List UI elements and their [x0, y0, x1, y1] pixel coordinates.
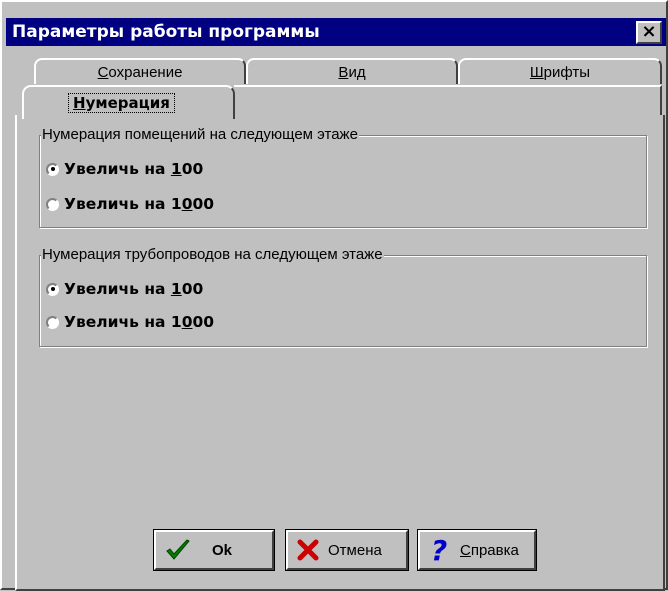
tab-numbering-label: Нумерация [68, 93, 175, 113]
tab-fonts[interactable]: Шрифты [458, 58, 662, 84]
question-icon: ? [426, 536, 454, 564]
cancel-button-label: Отмена [328, 541, 382, 559]
close-button[interactable]: × [636, 21, 662, 44]
ok-button-label: Ok [212, 541, 233, 559]
radio-button-checked[interactable] [46, 162, 59, 176]
radio-rooms-100-label: Увеличь на 100 [64, 160, 204, 178]
radio-button[interactable] [46, 197, 59, 211]
radio-button[interactable] [46, 315, 59, 329]
group-rooms-title: Нумерация помещений на следующем этаже [41, 126, 359, 144]
group-rooms-numbering: Нумерация помещений на следующем этаже У… [39, 126, 647, 228]
title-bar: Параметры работы программы [6, 18, 666, 46]
checkmark-icon [164, 536, 192, 564]
radio-button-checked[interactable] [46, 282, 59, 296]
help-button[interactable]: ? Справка [417, 529, 537, 571]
tab-save-label: Сохранение [97, 64, 183, 81]
tab-view[interactable]: Вид [246, 58, 458, 84]
radio-rooms-1000-label: Увеличь на 1000 [64, 195, 215, 213]
radio-pipes-100[interactable]: Увеличь на 100 [46, 278, 203, 300]
tab-strip-filler [234, 85, 662, 115]
tab-page-numbering: Нумерация помещений на следующем этаже У… [15, 115, 665, 591]
x-icon [294, 536, 322, 564]
radio-pipes-100-label: Увеличь на 100 [64, 280, 204, 298]
radio-rooms-100[interactable]: Увеличь на 100 [46, 158, 203, 180]
tab-numbering[interactable]: Нумерация [22, 85, 235, 119]
svg-text:?: ? [431, 536, 447, 564]
radio-pipes-1000[interactable]: Увеличь на 1000 [46, 311, 214, 333]
help-button-label: Справка [460, 541, 519, 559]
radio-rooms-1000[interactable]: Увеличь на 1000 [46, 193, 214, 215]
tab-save[interactable]: Сохранение [34, 58, 246, 84]
tab-fonts-label: Шрифты [529, 64, 591, 81]
cancel-button[interactable]: Отмена [285, 529, 409, 571]
group-pipes-numbering: Нумерация трубопроводов на следующем эта… [39, 246, 647, 347]
close-icon: × [641, 21, 657, 42]
group-pipes-title: Нумерация трубопроводов на следующем эта… [41, 246, 384, 264]
tab-view-label: Вид [338, 64, 366, 81]
window-title: Параметры работы программы [12, 22, 320, 42]
ok-button[interactable]: Ok [153, 529, 275, 571]
radio-pipes-1000-label: Увеличь на 1000 [64, 313, 215, 331]
dialog-window: Параметры работы программы × Сохранение … [0, 0, 668, 591]
